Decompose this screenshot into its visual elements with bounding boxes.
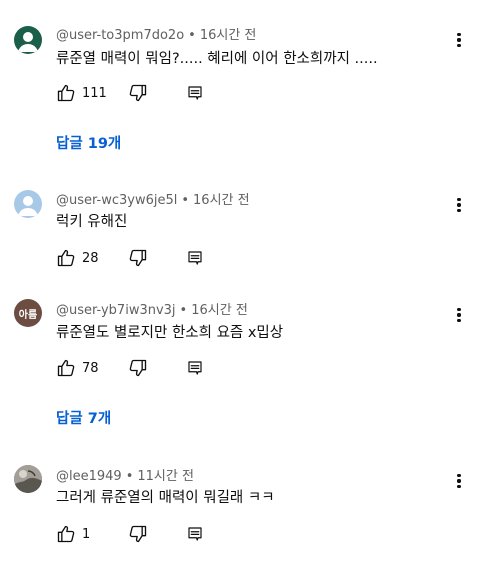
thumbs-down-icon	[129, 249, 147, 267]
thumbs-up-icon	[57, 84, 75, 102]
comment-text: 럭키 유해진	[56, 214, 128, 230]
more-dot	[457, 38, 461, 42]
comment-time[interactable]: 16시간 전	[200, 28, 257, 43]
more-dot	[457, 43, 461, 47]
separator: •	[188, 28, 196, 43]
like-count: 111	[82, 85, 107, 101]
comment-author[interactable]: @user-wc3yw6je5l	[56, 193, 177, 208]
like-count: 78	[82, 360, 99, 376]
comment-time[interactable]: 11시간 전	[137, 469, 194, 484]
user-silhouette-icon	[18, 196, 38, 216]
more-dot	[457, 33, 461, 37]
more-options-button[interactable]	[456, 30, 462, 50]
reply-comment-icon	[188, 527, 202, 541]
comment-time[interactable]: 16시간 전	[191, 303, 248, 318]
like-button[interactable]: 78	[56, 358, 128, 378]
thumbs-down-icon	[129, 359, 147, 377]
reply-comment-icon	[188, 361, 202, 375]
comment-meta: @user-to3pm7do2o • 16시간 전	[56, 24, 256, 43]
comment-author[interactable]: @user-yb7iw3nv3j	[56, 303, 176, 318]
reply-button[interactable]	[186, 84, 206, 102]
more-options-button[interactable]	[456, 195, 462, 215]
comment-meta: @user-wc3yw6je5l • 16시간 전	[56, 189, 250, 208]
avatar-initials: 아름	[18, 309, 38, 321]
photo-avatar-icon	[14, 465, 42, 493]
dislike-button[interactable]	[128, 248, 186, 268]
more-dot	[457, 318, 461, 322]
separator: •	[181, 193, 190, 208]
comment-actions: 1	[56, 523, 206, 545]
comment-meta: @user-yb7iw3nv3j • 16시간 전	[56, 299, 248, 318]
thumbs-up-icon	[57, 359, 75, 377]
user-silhouette-icon	[18, 32, 38, 52]
avatar[interactable]	[14, 465, 42, 493]
separator: •	[125, 469, 134, 484]
thumbs-down-icon	[129, 525, 147, 543]
more-dot	[457, 308, 461, 312]
reply-button[interactable]	[186, 525, 206, 543]
comment-author[interactable]: @user-to3pm7do2o	[56, 28, 184, 43]
comment-actions: 111	[56, 82, 206, 104]
reply-button[interactable]	[186, 359, 206, 377]
avatar[interactable]	[14, 26, 42, 54]
comment-text: 그러게 류준열의 매력이 뭐길래 ㅋㅋ	[56, 490, 275, 506]
dislike-button[interactable]	[128, 83, 186, 103]
more-options-button[interactable]	[456, 305, 462, 325]
like-button[interactable]: 28	[56, 248, 128, 268]
thumbs-down-icon	[129, 84, 147, 102]
reply-comment-icon	[188, 251, 202, 265]
comment-actions: 78	[56, 357, 206, 379]
reply-button[interactable]	[186, 249, 206, 267]
like-count: 1	[82, 526, 91, 542]
more-dot	[457, 474, 461, 478]
comment-author[interactable]: @lee1949	[56, 469, 122, 484]
reply-comment-icon	[188, 86, 202, 100]
more-dot	[457, 313, 461, 317]
like-button[interactable]: 1	[56, 524, 128, 544]
view-replies-button[interactable]: 답글 7개	[56, 407, 111, 428]
comment-actions: 28	[56, 247, 206, 269]
avatar[interactable]	[14, 190, 42, 218]
thumbs-up-icon	[57, 249, 75, 267]
like-button[interactable]: 111	[56, 83, 128, 103]
dislike-button[interactable]	[128, 358, 186, 378]
more-dot	[457, 479, 461, 483]
comment-text: 류준열 매력이 뭐임?..... 혜리에 이어 한소희까지 .....	[56, 51, 378, 67]
more-dot	[457, 198, 461, 202]
thumbs-up-icon	[57, 525, 75, 543]
more-dot	[457, 208, 461, 212]
dislike-button[interactable]	[128, 524, 186, 544]
separator: •	[179, 303, 188, 318]
more-dot	[457, 484, 461, 488]
comment-meta: @lee1949 • 11시간 전	[56, 465, 194, 484]
like-count: 28	[82, 250, 99, 266]
comment-time[interactable]: 16시간 전	[193, 193, 250, 208]
more-options-button[interactable]	[456, 471, 462, 491]
avatar[interactable]: 아름	[14, 299, 42, 327]
comment-text: 류준열도 별로지만 한소희 요즘 x밉상	[56, 325, 284, 341]
more-dot	[457, 203, 461, 207]
view-replies-button[interactable]: 답글 19개	[56, 132, 121, 153]
